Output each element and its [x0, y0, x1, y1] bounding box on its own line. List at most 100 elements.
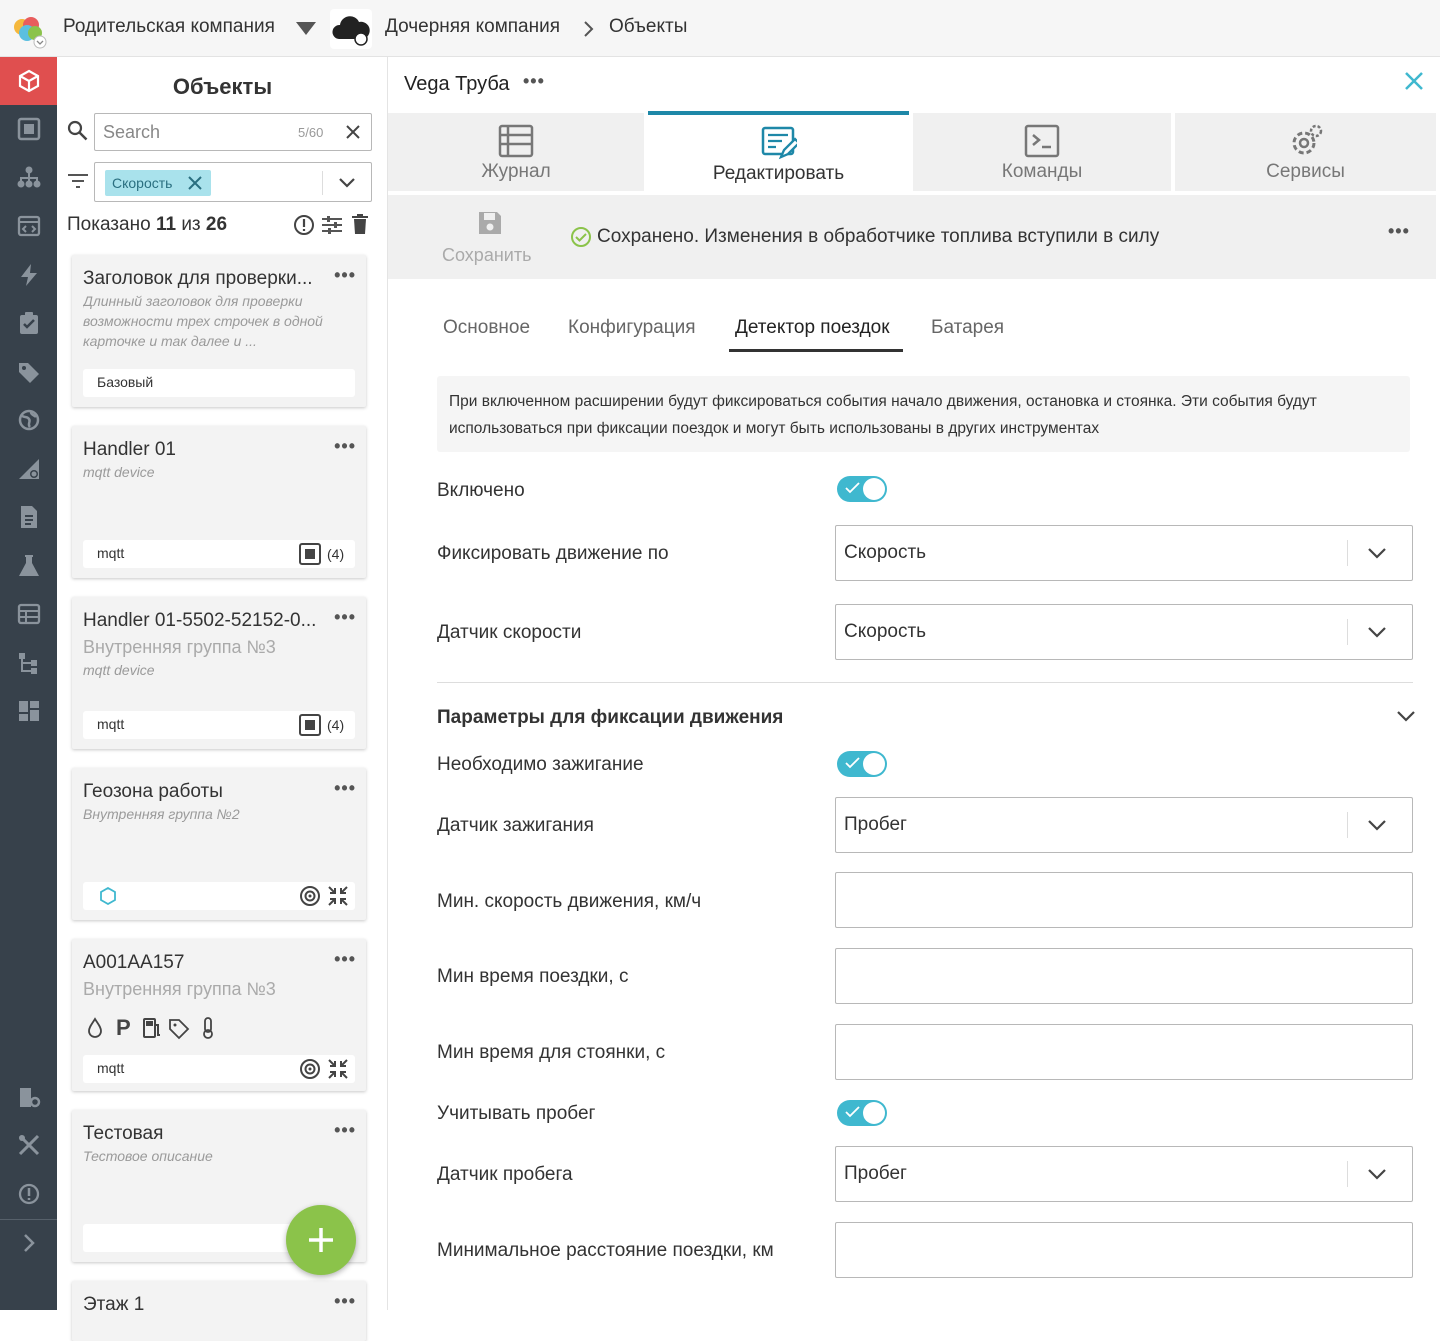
tab-label: Команды — [1001, 161, 1083, 182]
plus-icon — [309, 1228, 333, 1252]
shown-total: 26 — [205, 214, 228, 235]
app-logo-icon[interactable] — [9, 12, 47, 50]
top-bar: Родительская компания Дочерняя компания … — [0, 0, 1440, 57]
shown-count: Показано 11 из 26 — [67, 214, 227, 236]
card-more-icon[interactable]: ••• — [334, 436, 356, 457]
tab-label: Сервисы — [1266, 161, 1345, 182]
subtab-configuration[interactable]: Конфигурация — [568, 317, 696, 339]
card-more-icon[interactable]: ••• — [334, 1291, 356, 1312]
card-more-icon[interactable]: ••• — [334, 949, 356, 970]
caret-down-icon[interactable] — [296, 22, 316, 36]
toolbar-more-icon[interactable]: ••• — [1388, 221, 1410, 242]
speed-sensor-select[interactable]: Скорость — [835, 604, 1413, 660]
section-collapse-icon[interactable] — [1396, 708, 1416, 724]
tab-edit[interactable]: Редактировать — [648, 111, 909, 191]
remove-chip-icon[interactable] — [187, 175, 203, 191]
card-more-icon[interactable]: ••• — [334, 265, 356, 286]
clear-search-icon[interactable] — [345, 124, 361, 140]
sliders-icon[interactable] — [322, 216, 342, 234]
filter-select[interactable]: Скорость — [94, 162, 372, 202]
tab-services[interactable]: Сервисы — [1175, 113, 1436, 191]
card-protocol: mqtt — [97, 716, 125, 732]
subtab-trip-detector[interactable]: Детектор поездок — [735, 317, 890, 339]
chevron-down-icon[interactable] — [338, 174, 356, 192]
device-icon — [299, 543, 321, 565]
subtab-battery[interactable]: Батарея — [931, 317, 1004, 339]
ignition-sensor-select[interactable]: Пробег — [835, 797, 1413, 853]
sidebar-item-building-settings[interactable] — [0, 1075, 57, 1119]
select-value: Пробег — [844, 814, 907, 835]
child-company-label[interactable]: Дочерняя компания — [385, 16, 560, 38]
sidebar-item-geo[interactable] — [0, 398, 57, 442]
object-card[interactable]: Handler 01 ••• mqtt device mqtt (4) — [72, 426, 366, 578]
card-footer: mqtt (4) — [83, 540, 355, 568]
subtab-main[interactable]: Основное — [443, 317, 530, 339]
object-card[interactable]: Заголовок для проверки... ••• Длинный за… — [72, 255, 366, 407]
dashboard-icon — [18, 701, 39, 721]
ignition-required-toggle[interactable] — [837, 751, 887, 777]
min-distance-input[interactable] — [835, 1222, 1413, 1278]
card-more-icon[interactable]: ••• — [334, 1120, 356, 1141]
object-card[interactable]: А001АА157 ••• Внутренняя группа №3 P mqt… — [72, 939, 366, 1091]
chevron-down-icon — [1368, 1169, 1386, 1180]
sidebar-item-dashboard[interactable] — [0, 689, 57, 733]
hexagon-icon — [100, 887, 116, 905]
gears-icon — [1292, 124, 1322, 155]
object-card[interactable]: Этаж 1 ••• — [72, 1281, 366, 1341]
objects-list-panel: Объекты Search 5/60 Скорость Показано 11… — [57, 57, 388, 1341]
sidebar-item-lab[interactable] — [0, 544, 57, 588]
card-description: Тестовое описание — [83, 1148, 213, 1164]
movement-by-select[interactable]: Скорость — [835, 525, 1413, 581]
min-speed-input[interactable] — [835, 872, 1413, 928]
target-icon — [300, 886, 320, 906]
sidebar-item-objects[interactable] — [0, 57, 57, 105]
sidebar-item-documents[interactable] — [0, 495, 57, 539]
object-card[interactable]: Геозона работы ••• Внутренняя группа №2 — [72, 768, 366, 920]
sidebar-item-tree[interactable] — [0, 641, 57, 685]
sidebar-item-alerts[interactable] — [0, 1172, 57, 1216]
sidebar-item-events[interactable] — [0, 253, 57, 297]
sidebar-item-tasks[interactable] — [0, 301, 57, 345]
card-footer: mqtt — [83, 1055, 355, 1083]
sidebar-expand-button[interactable] — [0, 1221, 57, 1265]
sidebar-item-tags[interactable] — [0, 350, 57, 394]
section-divider — [437, 682, 1413, 683]
subtab-active-indicator — [729, 349, 903, 352]
add-object-button[interactable] — [286, 1205, 356, 1275]
close-icon[interactable] — [1404, 71, 1424, 91]
search-input[interactable]: Search 5/60 — [94, 113, 372, 151]
trash-icon[interactable] — [352, 214, 368, 234]
tab-label: Журнал — [481, 161, 551, 182]
chevron-down-icon — [1368, 820, 1386, 831]
parent-company-label[interactable]: Родительская компания — [63, 16, 275, 38]
card-more-icon[interactable]: ••• — [334, 607, 356, 628]
min-trip-time-input[interactable] — [835, 948, 1413, 1004]
sidebar-item-measure[interactable] — [0, 447, 57, 491]
sidebar-item-tools[interactable] — [0, 1123, 57, 1167]
sidebar-item-hierarchy[interactable] — [0, 155, 57, 199]
card-title: Handler 01-5502-52152-0... — [83, 610, 317, 631]
check-circle-icon — [571, 227, 591, 247]
sidebar-item-devices[interactable] — [0, 107, 57, 151]
tab-journal[interactable]: Журнал — [388, 113, 644, 191]
save-button[interactable]: Сохранить — [442, 245, 531, 266]
card-description: mqtt device — [83, 464, 155, 480]
tab-commands[interactable]: Команды — [913, 113, 1171, 191]
object-more-icon[interactable]: ••• — [523, 71, 545, 92]
enabled-toggle[interactable] — [837, 476, 887, 502]
object-card[interactable]: Handler 01-5502-52152-0... ••• Внутрення… — [72, 597, 366, 749]
card-more-icon[interactable]: ••• — [334, 778, 356, 799]
sidebar-item-code[interactable] — [0, 204, 57, 248]
sidebar-item-tables[interactable] — [0, 592, 57, 636]
search-counter: 5/60 — [298, 125, 324, 140]
filter-icon[interactable] — [68, 173, 88, 189]
chevron-down-icon — [1368, 548, 1386, 559]
card-title: Этаж 1 — [83, 1294, 145, 1315]
card-group: Внутренняя группа №3 — [83, 979, 276, 999]
alert-circle-icon[interactable] — [293, 214, 315, 236]
card-title: Handler 01 — [83, 439, 176, 460]
table-icon — [17, 603, 40, 625]
mileage-sensor-select[interactable]: Пробег — [835, 1146, 1413, 1202]
min-parking-time-input[interactable] — [835, 1024, 1413, 1080]
use-mileage-toggle[interactable] — [837, 1100, 887, 1126]
